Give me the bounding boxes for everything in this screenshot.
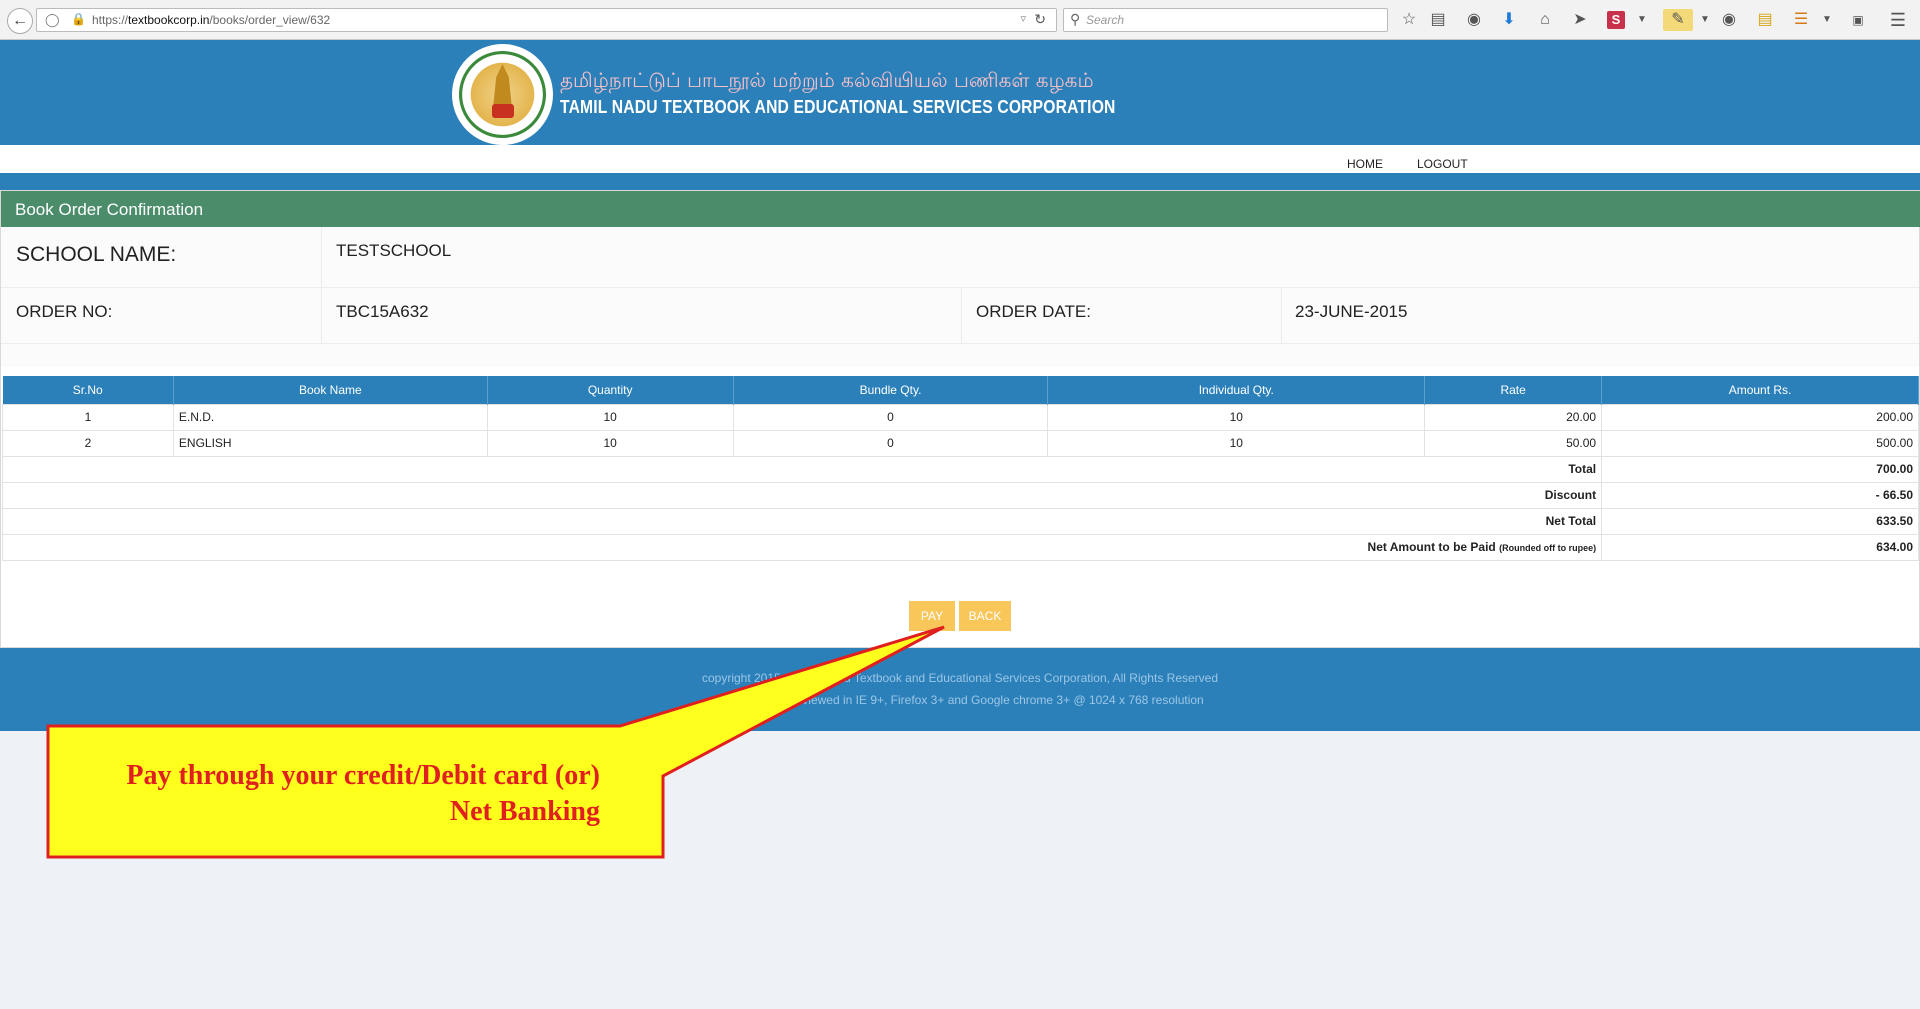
column-header: Sr.No (2, 376, 174, 404)
rate-cell: 20.00 (1424, 403, 1603, 431)
site-header: தமிழ்நாட்டுப் பாடநூல் மற்றும் கல்வியியல்… (0, 40, 1920, 145)
browser-toolbar: ← ◯ 🔒 https://textbookcorp.in/books/orde… (0, 0, 1920, 40)
rounding-note: (Rounded off to rupee) (1499, 543, 1597, 553)
pay-button[interactable]: PAY (909, 601, 955, 631)
order-no-value: TBC15A632 (336, 302, 429, 321)
total-label: Total (1, 455, 1603, 483)
quantity-cell: 10 (486, 403, 734, 431)
net-total-label: Net Total (1, 507, 1603, 535)
k-extension-icon[interactable]: ▣ (1847, 9, 1869, 31)
amount-cell: 200.00 (1601, 403, 1919, 431)
search-placeholder: Search (1086, 13, 1125, 27)
table-row: 2 ENGLISH 10 0 10 50.00 500.00 (2, 429, 1919, 457)
reading-list-icon[interactable]: ▤ (1427, 9, 1449, 31)
translate-icon[interactable]: ☰ (1790, 9, 1812, 31)
column-header: Amount Rs. (1601, 376, 1919, 404)
browser-compat-text: This site is best viewed in IE 9+, Firef… (716, 693, 1204, 707)
nav-home-link[interactable]: HOME (1347, 157, 1383, 171)
net-total-row: Net Total 633.50 (1, 507, 1919, 535)
search-icon: ⚲ (1070, 11, 1081, 27)
url-dropdown-icon[interactable]: ▿ (1020, 12, 1026, 25)
shield-icon[interactable]: ◯ (45, 12, 60, 28)
total-value: 700.00 (1601, 455, 1919, 483)
net-total-value: 633.50 (1601, 507, 1919, 535)
school-name-value: TESTSCHOOL (336, 241, 452, 260)
chevron-down-icon[interactable]: ▼ (1694, 9, 1716, 31)
chevron-down-icon[interactable]: ▼ (1816, 9, 1838, 31)
back-button[interactable]: BACK (959, 601, 1011, 631)
order-date-label: ORDER DATE: (976, 302, 1091, 321)
download-icon[interactable]: ⬇ (1498, 9, 1520, 31)
main-nav: HOME LOGOUT (0, 145, 1920, 173)
order-items-table: Sr.No Book Name Quantity Bundle Qty. Ind… (1, 376, 1919, 561)
notes-icon[interactable]: ▤ (1754, 9, 1776, 31)
table-row: 1 E.N.D. 10 0 10 20.00 200.00 (2, 403, 1919, 431)
total-row: Total 700.00 (1, 455, 1919, 483)
book-name-cell: ENGLISH (172, 429, 488, 457)
sr-no-cell: 2 (2, 429, 174, 457)
nav-divider (0, 173, 1920, 190)
chat-icon[interactable]: ◉ (1718, 9, 1740, 31)
column-header: Book Name (173, 376, 488, 404)
amount-cell: 500.00 (1601, 429, 1919, 457)
menu-icon[interactable]: ☰ (1887, 9, 1909, 31)
nav-logout-link[interactable]: LOGOUT (1417, 157, 1468, 171)
rate-cell: 50.00 (1424, 429, 1603, 457)
column-header: Quantity (487, 376, 734, 404)
order-info: SCHOOL NAME: TESTSCHOOL ORDER NO: TBC15A… (1, 227, 1919, 367)
net-amount-row: Net Amount to be Paid (Rounded off to ru… (1, 533, 1919, 561)
star-icon[interactable]: ☆ (1398, 9, 1420, 31)
government-seal-logo (452, 44, 553, 145)
bundle-qty-cell: 0 (732, 403, 1049, 431)
discount-row: Discount - 66.50 (1, 481, 1919, 509)
net-amount-label: Net Amount to be Paid (Rounded off to ru… (1, 533, 1603, 561)
individual-qty-cell: 10 (1047, 403, 1426, 431)
search-input[interactable]: ⚲ Search (1063, 8, 1388, 32)
net-amount-value: 634.00 (1601, 533, 1919, 561)
address-bar[interactable]: ◯ 🔒 https://textbookcorp.in/books/order_… (36, 8, 1057, 32)
site-title-english: TAMIL NADU TEXTBOOK AND EDUCATIONAL SERV… (560, 97, 1116, 117)
pencil-extension-icon[interactable]: ✎ (1663, 9, 1693, 31)
column-header: Individual Qty. (1047, 376, 1426, 404)
reload-icon[interactable]: ↻ (1034, 11, 1046, 28)
order-no-label: ORDER NO: (16, 302, 113, 321)
lock-icon: 🔒 (71, 12, 86, 26)
column-header: Bundle Qty. (733, 376, 1049, 404)
column-header: Rate (1424, 376, 1603, 404)
sr-no-cell: 1 (2, 403, 174, 431)
school-name-label: SCHOOL NAME: (16, 243, 177, 266)
chevron-down-icon[interactable]: ▼ (1631, 9, 1653, 31)
order-date-value: 23-JUNE-2015 (1295, 302, 1408, 321)
order-confirmation-panel: Book Order Confirmation SCHOOL NAME: TES… (0, 190, 1920, 648)
individual-qty-cell: 10 (1047, 429, 1426, 457)
home-icon[interactable]: ⌂ (1534, 9, 1556, 31)
quantity-cell: 10 (486, 429, 734, 457)
url-text[interactable]: https://textbookcorp.in/books/order_view… (92, 13, 330, 27)
site-footer: copyright 2015 © Tamilnadu Textbook and … (0, 648, 1920, 731)
s-extension-icon[interactable]: S (1607, 11, 1625, 29)
book-name-cell: E.N.D. (172, 403, 488, 431)
site-title-tamil: தமிழ்நாட்டுப் பாடநூல் மற்றும் கல்வியியல்… (560, 68, 1094, 92)
pocket-icon[interactable]: ◉ (1463, 9, 1485, 31)
callout-text: Pay through your credit/Debit card (or) … (126, 760, 600, 827)
discount-label: Discount (1, 481, 1603, 509)
bundle-qty-cell: 0 (732, 429, 1049, 457)
send-icon[interactable]: ➤ (1569, 9, 1591, 31)
table-header-row: Sr.No Book Name Quantity Bundle Qty. Ind… (2, 376, 1919, 404)
back-arrow-icon[interactable]: ← (7, 8, 33, 34)
copyright-text: copyright 2015 © Tamilnadu Textbook and … (701, 671, 1219, 685)
panel-title: Book Order Confirmation (1, 191, 1920, 227)
discount-value: - 66.50 (1601, 481, 1919, 509)
